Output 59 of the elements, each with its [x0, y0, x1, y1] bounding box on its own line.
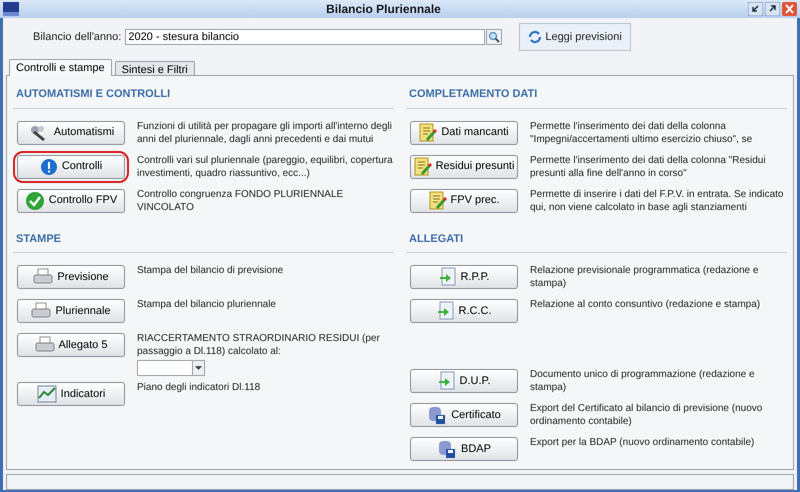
description-text: Controllo congruenza FONDO PLURIENNALE VINCOLATO — [137, 188, 344, 214]
action-button[interactable]: Previsione — [17, 265, 125, 289]
read-forecasts-button[interactable]: Leggi previsioni — [519, 23, 631, 51]
refresh-icon — [528, 30, 542, 44]
action-button[interactable]: Certificato — [410, 403, 518, 427]
checkmark-icon — [24, 190, 45, 210]
section-heading: COMPLETAMENTO DATI — [408, 87, 538, 102]
action-button[interactable]: D.U.P. — [410, 369, 518, 393]
action-button[interactable]: Controllo FPV — [17, 188, 125, 212]
close-icon[interactable] — [782, 2, 797, 16]
description-text: Documento unico di programmazione (redazione e stampa) — [530, 368, 756, 394]
database-icon — [427, 405, 448, 425]
restore-icon[interactable] — [748, 2, 763, 16]
year-field[interactable]: 2020 - stesura bilancio — [125, 29, 486, 45]
section-heading: AUTOMATISMI E CONTROLLI — [15, 87, 172, 102]
action-button[interactable]: Controlli — [17, 154, 125, 178]
description-text: Stampa del bilancio di previsione — [137, 264, 284, 277]
printer-icon — [31, 302, 52, 320]
action-button[interactable]: FPV prec. — [410, 188, 518, 212]
action-button[interactable]: Indicatori — [17, 382, 125, 406]
description-text: Relazione previsionale programmatica (redazione e stampa) — [530, 264, 760, 290]
action-button[interactable]: Automatismi — [17, 120, 125, 144]
year-label: Bilancio dell'anno: — [33, 30, 122, 45]
printer-icon — [34, 336, 55, 354]
action-button[interactable]: BDAP — [410, 437, 518, 461]
description-text: Funzioni di utilità per propagare gli importi all'interno degli anni del pluriennale, dagli anni precedenti e dai mutui — [137, 120, 393, 146]
edit-icon — [419, 122, 438, 142]
action-button[interactable]: R.P.P. — [410, 265, 518, 289]
database-icon — [437, 439, 458, 459]
info-icon — [40, 158, 58, 176]
section-heading: STAMPE — [15, 232, 62, 246]
date-dropdown[interactable] — [137, 360, 205, 376]
printer-icon — [33, 268, 54, 286]
description-text: RIACCERTAMENTO STRAORDINARIO RESIDUI (per passaggio a Dl.118) calcolato al: — [137, 332, 381, 358]
description-text: Controlli vari sul pluriennale (pareggio, equilibri, copertura investimenti, quadro riassuntivo, ecc...) — [137, 154, 394, 180]
description-text: Export per la BDAP (nuovo ordinamento contabile) — [530, 436, 754, 449]
action-button[interactable]: Allegato 5 — [17, 333, 125, 357]
window-title: Bilancio Pluriennale — [325, 1, 442, 18]
tab[interactable]: Controlli e stampe — [9, 59, 112, 76]
action-button[interactable]: R.C.C. — [410, 299, 518, 323]
description-text: Export del Certificato al bilancio di previsione (nuovo ordinamento contabile) — [530, 402, 764, 428]
edit-icon — [414, 156, 432, 176]
description-text: Permette di inserire i dati del F.P.V. in entrata. Se indicato qui, non viene calcolato in base agli stanziamenti — [530, 188, 784, 214]
section-heading: ALLEGATI — [408, 232, 464, 246]
search-button[interactable] — [486, 29, 502, 45]
description-text: Permette l'inserimento dei dati della colonna "Residui presunti alla fine dell'anno in corso" — [530, 154, 767, 180]
edit-icon — [428, 190, 447, 210]
maximize-icon[interactable] — [765, 2, 780, 16]
app-icon — [3, 2, 19, 16]
description-text: Stampa del bilancio pluriennale — [137, 298, 276, 311]
description-text: Piano degli indicatori Dl.118 — [137, 381, 260, 394]
tab[interactable]: Sintesi e Filtri — [114, 61, 195, 75]
description-text: Permette l'inserimento dei dati della colonna "Impegni/accertamenti ultimo esercizio chiuso", se — [530, 120, 754, 146]
search-icon — [488, 31, 500, 43]
description-text: Relazione al conto consuntivo (redazione e stampa) — [530, 298, 760, 311]
action-button[interactable]: Residui presunti — [410, 154, 518, 178]
action-button[interactable]: Pluriennale — [17, 299, 125, 323]
chart-icon — [36, 385, 57, 403]
action-button[interactable]: Dati mancanti — [410, 120, 518, 144]
